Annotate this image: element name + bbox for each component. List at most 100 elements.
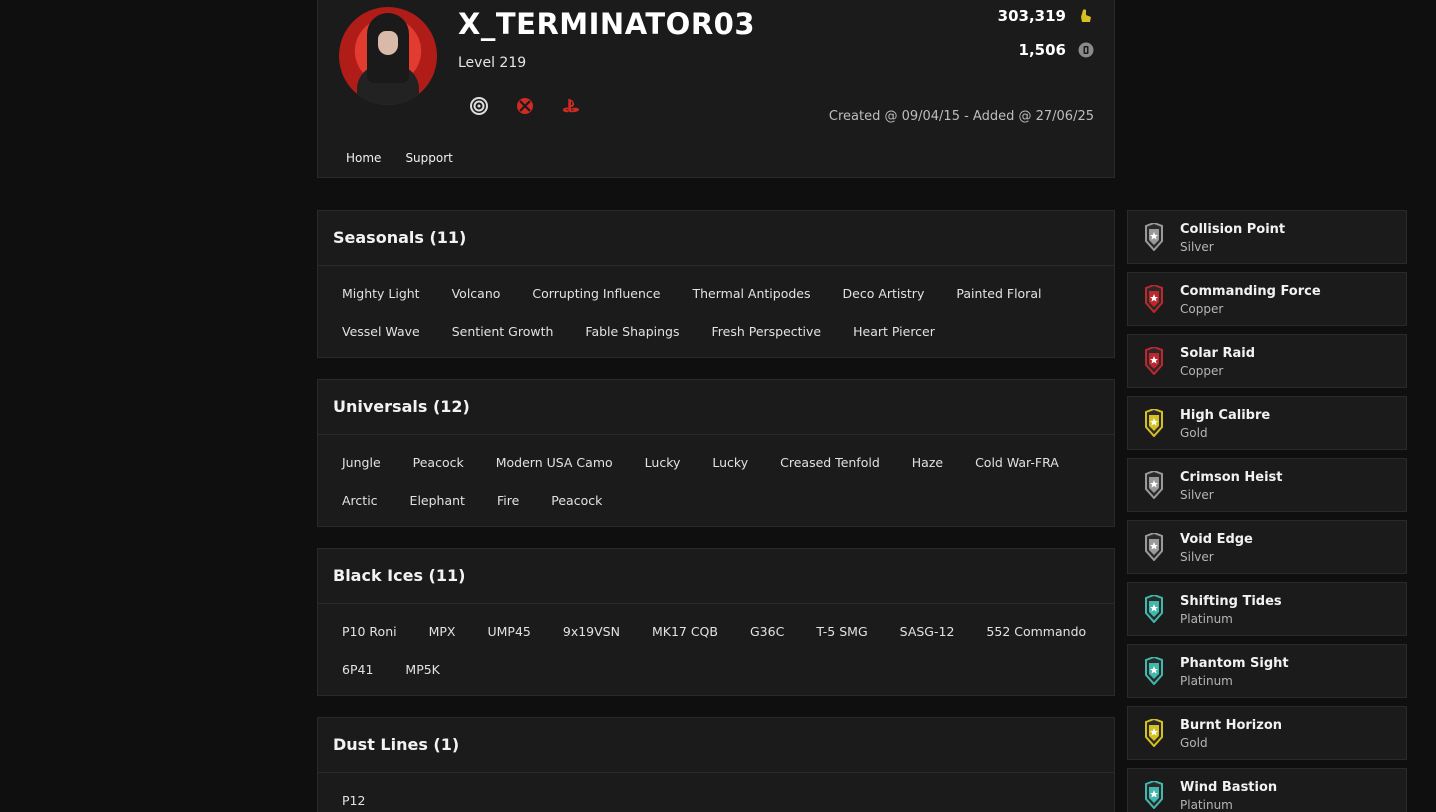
item-chip[interactable]: G36C bbox=[734, 624, 800, 639]
operation-name: Burnt Horizon bbox=[1180, 718, 1283, 733]
item-chip[interactable]: MPX bbox=[413, 624, 472, 639]
nav-support-link[interactable]: Support bbox=[405, 151, 452, 165]
chip-list: Jungle Peacock Modern USA Camo Lucky Lucky Cr… bbox=[318, 435, 1114, 525]
item-chip[interactable]: Creased Tenfold bbox=[764, 455, 896, 470]
operation-item[interactable]: Collision Point Silver bbox=[1127, 210, 1407, 264]
operation-tier: Copper bbox=[1180, 364, 1224, 378]
item-chip[interactable]: Thermal Antipodes bbox=[676, 286, 826, 301]
operation-item[interactable]: Void Edge Silver bbox=[1127, 520, 1407, 574]
item-chip[interactable]: Peacock bbox=[397, 455, 480, 470]
operation-tier: Silver bbox=[1180, 550, 1214, 564]
operation-name: Solar Raid bbox=[1180, 346, 1256, 361]
renown-value: 1,506 bbox=[1018, 41, 1066, 59]
chip-row: P12 bbox=[330, 781, 1102, 812]
platform-list bbox=[470, 97, 580, 115]
operation-item[interactable]: Commanding Force Copper bbox=[1127, 272, 1407, 326]
chip-list: P12 bbox=[318, 773, 1114, 812]
item-chip[interactable]: UMP45 bbox=[471, 624, 546, 639]
operation-tier: Silver bbox=[1180, 488, 1214, 502]
credits-stat: 303,319 bbox=[998, 7, 1094, 25]
rank-badge-icon bbox=[1145, 409, 1163, 437]
rank-badge-icon bbox=[1145, 533, 1163, 561]
item-chip[interactable]: P12 bbox=[330, 793, 381, 808]
item-chip[interactable]: Volcano bbox=[436, 286, 517, 301]
item-chip[interactable]: MK17 CQB bbox=[636, 624, 734, 639]
item-chip[interactable]: Painted Floral bbox=[940, 286, 1057, 301]
account-dates: Created @ 09/04/15 - Added @ 27/06/25 bbox=[828, 109, 1094, 124]
renown-stat: 1,506 bbox=[1019, 41, 1094, 59]
item-chip[interactable]: Fable Shapings bbox=[569, 324, 695, 339]
operation-item[interactable]: High Calibre Gold bbox=[1127, 396, 1407, 450]
chip-row: P10 Roni MPX UMP45 9x19VSN MK17 CQB G36C T-5 S… bbox=[330, 612, 1102, 650]
operation-name: Shifting Tides bbox=[1180, 594, 1282, 609]
chip-row: Jungle Peacock Modern USA Camo Lucky Lucky Cr… bbox=[330, 443, 1102, 481]
page: X_TERMINATOR03 Level 219 303,319 1,506 C… bbox=[0, 0, 1436, 812]
player-level: Level 219 bbox=[458, 55, 527, 71]
chip-row: Mighty Light Volcano Corrupting Influence T… bbox=[330, 274, 1102, 312]
item-chip[interactable]: Corrupting Influence bbox=[516, 286, 676, 301]
profile-card: X_TERMINATOR03 Level 219 303,319 1,506 C… bbox=[317, 0, 1115, 178]
dust-lines-section: Dust Lines (1) P12 bbox=[317, 717, 1115, 812]
rank-badge-icon bbox=[1145, 719, 1163, 747]
section-title: Dust Lines (1) bbox=[333, 735, 460, 754]
xbox-icon[interactable] bbox=[516, 97, 534, 115]
chip-row: 6P41 MP5K bbox=[330, 650, 1102, 688]
item-chip[interactable]: Mighty Light bbox=[330, 286, 436, 301]
chip-row: Arctic Elephant Fire Peacock bbox=[330, 481, 1102, 519]
operation-tier: Gold bbox=[1180, 426, 1208, 440]
rank-badge-icon bbox=[1145, 223, 1163, 251]
renown-icon bbox=[1078, 42, 1094, 58]
credits-value: 303,319 bbox=[997, 7, 1066, 25]
item-chip[interactable]: Peacock bbox=[535, 493, 618, 508]
rank-badge-icon bbox=[1145, 781, 1163, 809]
rank-badge-icon bbox=[1145, 595, 1163, 623]
rank-badge-icon bbox=[1145, 285, 1163, 313]
operation-item[interactable]: Crimson Heist Silver bbox=[1127, 458, 1407, 512]
operation-name: Wind Bastion bbox=[1180, 780, 1278, 795]
operation-name: Phantom Sight bbox=[1180, 656, 1289, 671]
item-chip[interactable]: 9x19VSN bbox=[547, 624, 636, 639]
operation-tier: Copper bbox=[1180, 302, 1224, 316]
item-chip[interactable]: Heart Piercer bbox=[837, 324, 951, 339]
operation-tier: Platinum bbox=[1180, 674, 1233, 688]
operation-list: Collision Point Silver Commanding Force Cop… bbox=[1127, 210, 1407, 812]
rank-badge-icon bbox=[1145, 657, 1163, 685]
item-chip[interactable]: Lucky bbox=[629, 455, 697, 470]
item-chip[interactable]: Vessel Wave bbox=[330, 324, 436, 339]
chip-list: Mighty Light Volcano Corrupting Influence T… bbox=[318, 266, 1114, 356]
item-chip[interactable]: SASG-12 bbox=[884, 624, 971, 639]
rank-badge-icon bbox=[1145, 347, 1163, 375]
item-chip[interactable]: Fire bbox=[481, 493, 535, 508]
operation-tier: Gold bbox=[1180, 736, 1208, 750]
playstation-icon[interactable] bbox=[562, 97, 580, 115]
item-chip[interactable]: P10 Roni bbox=[330, 624, 413, 639]
operation-name: Collision Point bbox=[1180, 222, 1286, 237]
username: X_TERMINATOR03 bbox=[458, 7, 756, 41]
item-chip[interactable]: MP5K bbox=[389, 662, 455, 677]
item-chip[interactable]: T-5 SMG bbox=[800, 624, 883, 639]
operation-tier: Platinum bbox=[1180, 612, 1233, 626]
operation-item[interactable]: Wind Bastion Platinum bbox=[1127, 768, 1407, 812]
item-chip[interactable]: Jungle bbox=[330, 455, 397, 470]
item-chip[interactable]: 6P41 bbox=[330, 662, 389, 677]
chip-row: Vessel Wave Sentient Growth Fable Shapings… bbox=[330, 312, 1102, 350]
item-chip[interactable]: Arctic bbox=[330, 493, 394, 508]
item-chip[interactable]: Deco Artistry bbox=[827, 286, 941, 301]
operation-tier: Silver bbox=[1180, 240, 1214, 254]
item-chip[interactable]: Haze bbox=[896, 455, 959, 470]
item-chip[interactable]: Sentient Growth bbox=[436, 324, 570, 339]
operation-item[interactable]: Burnt Horizon Gold bbox=[1127, 706, 1407, 760]
operation-item[interactable]: Shifting Tides Platinum bbox=[1127, 582, 1407, 636]
section-title: Seasonals (11) bbox=[333, 228, 467, 247]
operation-item[interactable]: Solar Raid Copper bbox=[1127, 334, 1407, 388]
operation-item[interactable]: Phantom Sight Platinum bbox=[1127, 644, 1407, 698]
ubisoft-icon[interactable] bbox=[470, 97, 488, 115]
item-chip[interactable]: Fresh Perspective bbox=[695, 324, 837, 339]
nav-home-link[interactable]: Home bbox=[346, 151, 381, 165]
item-chip[interactable]: Modern USA Camo bbox=[480, 455, 629, 470]
chip-list: P10 Roni MPX UMP45 9x19VSN MK17 CQB G36C T-5 S… bbox=[318, 604, 1114, 694]
item-chip[interactable]: Cold War-FRA bbox=[959, 455, 1075, 470]
item-chip[interactable]: Lucky bbox=[696, 455, 764, 470]
item-chip[interactable]: Elephant bbox=[394, 493, 481, 508]
item-chip[interactable]: 552 Commando bbox=[970, 624, 1102, 639]
